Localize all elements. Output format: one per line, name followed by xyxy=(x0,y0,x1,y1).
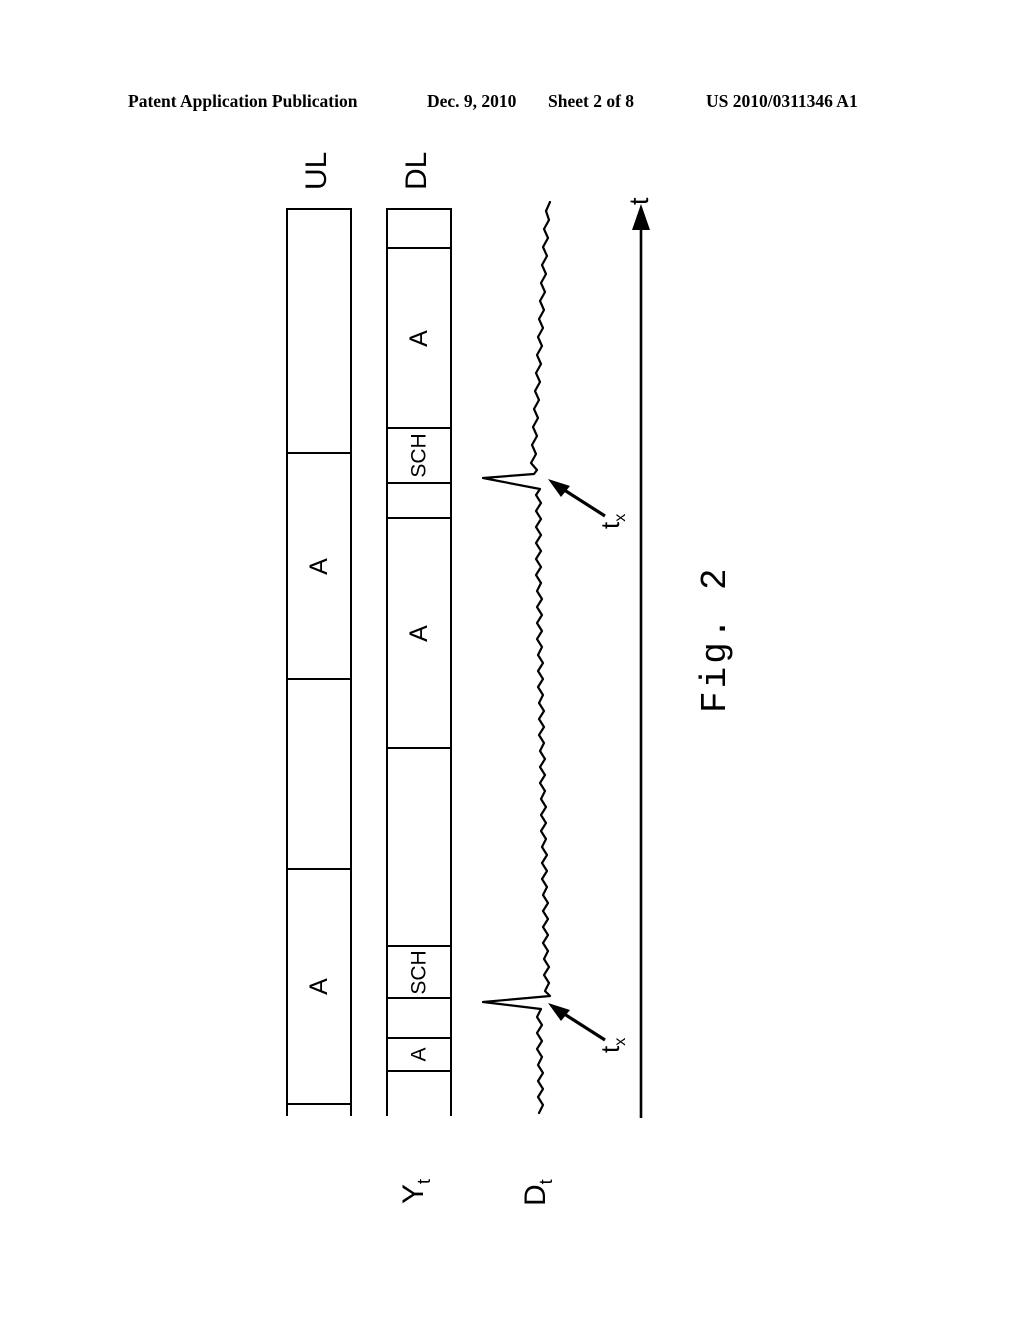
time-axis-label: t xyxy=(624,197,654,205)
annotation-tx-lower-sub: x xyxy=(611,1037,630,1046)
figure-caption: Fig. 2 xyxy=(695,565,736,713)
signal-trace xyxy=(481,200,552,1115)
annotation-tx-lower: tx xyxy=(595,1013,630,1053)
dl-segment-a-2: A xyxy=(388,517,450,747)
annotation-tx-upper-sub: x xyxy=(611,513,630,522)
ul-segment-idle-1 xyxy=(288,210,350,452)
ul-segment-a-1: A xyxy=(288,452,350,678)
signal-label-yt-sub: t xyxy=(414,1178,434,1184)
signal-label-yt: Yt xyxy=(397,1156,435,1204)
annotation-tx-lower-base: t xyxy=(595,1045,625,1053)
dl-segment-a-3-label: A xyxy=(407,1047,431,1062)
uplink-bar-title: UL xyxy=(300,151,333,190)
dl-segment-sch-2: SCH xyxy=(388,945,450,997)
signal-label-dt-sub: t xyxy=(536,1179,556,1185)
dl-segment-a-1: A xyxy=(388,247,450,427)
dl-segment-sch-2-label: SCH xyxy=(407,949,431,995)
dl-segment-a-2-label: A xyxy=(404,624,433,642)
dl-segment-idle-5 xyxy=(388,1070,450,1118)
figure-2-diagram: UL DL A A A SCH A SCH A t tx tx Yt Dt Fi… xyxy=(0,0,1024,1320)
dl-segment-idle-2 xyxy=(388,482,450,517)
annotation-tx-upper: tx xyxy=(595,489,630,529)
dl-segment-a-3: A xyxy=(388,1037,450,1070)
signal-label-dt: Dt xyxy=(519,1158,557,1206)
downlink-bar: A SCH A SCH A xyxy=(386,208,452,1118)
dl-segment-idle-3 xyxy=(388,747,450,945)
dl-segment-sch-1: SCH xyxy=(388,427,450,482)
dl-segment-idle-1 xyxy=(388,210,450,247)
ul-segment-a-1-label: A xyxy=(304,557,333,575)
uplink-bar: A A xyxy=(286,208,352,1118)
signal-label-dt-base: D xyxy=(519,1184,552,1206)
dl-segment-a-1-label: A xyxy=(404,329,433,347)
ul-segment-idle-2 xyxy=(288,678,350,868)
ul-segment-idle-3 xyxy=(288,1103,350,1118)
annotation-tx-upper-base: t xyxy=(595,521,625,529)
downlink-bar-title: DL xyxy=(400,151,433,190)
ul-segment-a-2: A xyxy=(288,868,350,1103)
dl-segment-idle-4 xyxy=(388,997,450,1037)
signal-label-yt-base: Y xyxy=(397,1183,430,1204)
dl-segment-sch-1-label: SCH xyxy=(407,433,431,478)
signal-waveform-and-axis xyxy=(481,200,650,1118)
time-axis xyxy=(632,204,650,1118)
ul-segment-a-2-label: A xyxy=(304,978,333,995)
